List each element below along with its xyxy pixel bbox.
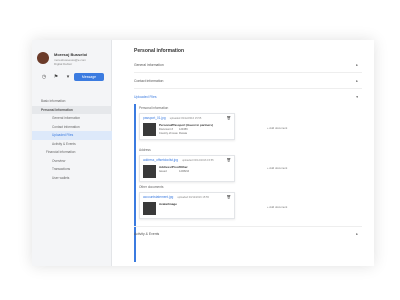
sidebar: Moresoj Busseloi moresbussesss@e.com Dig… [32, 40, 112, 266]
field-value: Russia [179, 132, 187, 135]
accordion-uploaded-label: Uploaded Files [134, 95, 157, 99]
sidebar-item-overview[interactable]: Overview [32, 157, 112, 166]
sidebar-item-general-information[interactable]: General information [32, 114, 112, 123]
field-value: 12/08/16 [179, 170, 190, 173]
document-title: Personal/Passport (Guest in partners) [159, 123, 214, 127]
trash-icon[interactable]: 🗑 [227, 116, 231, 120]
document-thumbnail[interactable] [143, 165, 156, 178]
avatar [37, 52, 49, 64]
accordion-uploaded[interactable]: Uploaded Files ▾ [134, 90, 362, 104]
chevron-right-icon: ▸ [356, 63, 358, 67]
trash-icon[interactable]: 🗑 [227, 195, 231, 199]
sidebar-item-uploaded-files[interactable]: Uploaded Files [32, 131, 112, 140]
accordion-activity[interactable]: Activity & Events ▸ [134, 226, 362, 241]
accordion-contact[interactable]: Contact information ▸ [134, 74, 362, 89]
sidebar-item-personal-information[interactable]: Personal Information [32, 105, 112, 114]
file-link-passport[interactable]: passport_01.jpg [143, 116, 166, 120]
clock-icon[interactable]: ◷ [41, 74, 47, 80]
sidebar-item-activity-events[interactable]: Activity & Events [32, 140, 112, 149]
chevron-right-icon: ▸ [356, 232, 358, 236]
trash-icon[interactable]: 🗑 [227, 158, 231, 162]
message-button[interactable]: Message [74, 73, 104, 81]
page-title: Personal information [134, 48, 185, 54]
accordion-general[interactable]: General information ▸ [134, 58, 362, 73]
accordion-contact-label: Contact information [134, 79, 164, 83]
sidebar-item-user-wallets[interactable]: User wallets [32, 174, 112, 183]
sidebar-item-transactions[interactable]: Transactions [32, 165, 112, 174]
document-title: Address/ProofOther [159, 165, 188, 169]
main-content: Personal information General information… [112, 40, 374, 266]
section-other-label: Other documents [139, 185, 164, 189]
add-document-link[interactable]: + Add document [267, 205, 287, 209]
field-label: Issued [159, 170, 167, 173]
field-label: Country of issue [159, 132, 178, 135]
section-address-label: Address [139, 148, 151, 152]
file-link-address[interactable]: address_offsetdoclist.jpg [143, 158, 178, 162]
caret-down-icon[interactable]: ▾ [65, 74, 71, 80]
document-title: AvatarImage [159, 202, 177, 206]
upload-date: uploaded 03/12/2016 15:55 [169, 116, 202, 120]
flag-icon[interactable]: ⚑ [53, 74, 59, 80]
profile-actions: ◷ ⚑ ▾ [41, 74, 71, 80]
accordion-activity-label: Activity & Events [134, 232, 160, 236]
sidebar-item-basic-information[interactable]: Basic information [32, 97, 112, 106]
document-card-address: address_offsetdoclist.jpg uploaded 03/12… [139, 155, 235, 182]
upload-date: uploaded 03/12/2016 15:55 [177, 195, 209, 199]
chevron-down-icon: ▾ [356, 95, 358, 99]
chevron-right-icon: ▸ [356, 79, 358, 83]
profile-name: Moresoj Busseloi [54, 52, 88, 57]
accordion-general-label: General information [134, 63, 164, 67]
app-window: Moresoj Busseloi moresbussesss@e.com Dig… [32, 40, 374, 266]
upload-date: uploaded 03/12/2016 15:55 [182, 158, 214, 162]
document-card-other: accountstatement.jpg uploaded 03/12/2016… [139, 192, 235, 219]
add-document-link[interactable]: + Add document [267, 166, 287, 170]
document-card-passport: passport_01.jpg uploaded 03/12/2016 15:5… [139, 113, 235, 140]
file-link-other[interactable]: accountstatement.jpg [143, 195, 173, 199]
section-personal-label: Personal information [139, 106, 169, 110]
document-thumbnail[interactable] [143, 123, 156, 136]
sidebar-item-contact-information[interactable]: Contact information [32, 123, 112, 132]
profile-role: Digital Debtor [54, 62, 73, 66]
add-document-link[interactable]: + Add document [267, 126, 287, 130]
sidebar-nav: Basic information Personal Information G… [32, 97, 112, 182]
sidebar-item-financial-information[interactable]: Financial information [32, 148, 112, 157]
document-thumbnail[interactable] [143, 202, 156, 215]
